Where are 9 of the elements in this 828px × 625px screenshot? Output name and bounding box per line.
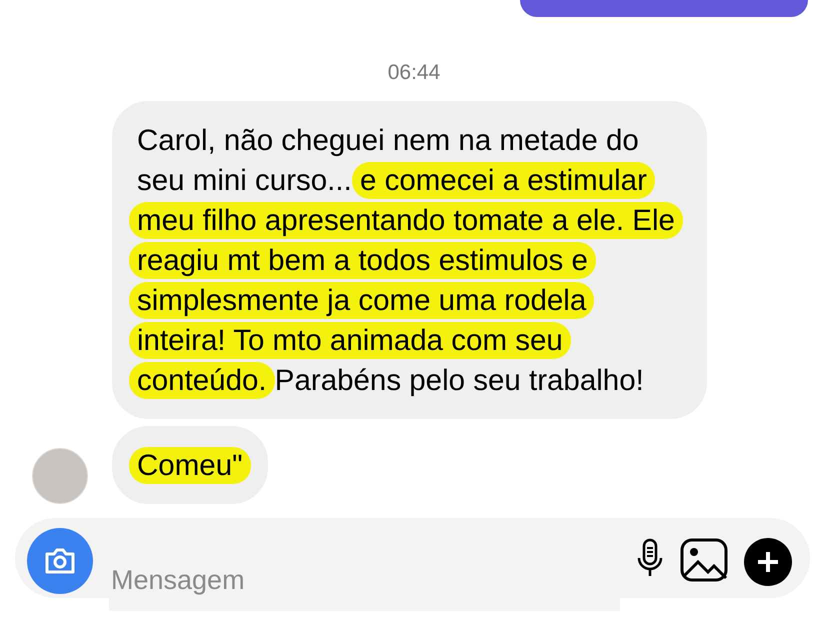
plus-icon: [756, 550, 780, 574]
add-button[interactable]: [744, 538, 792, 586]
camera-button[interactable]: [27, 528, 93, 594]
image-icon[interactable]: [680, 538, 728, 582]
message-timestamp: 06:44: [386, 61, 442, 85]
microphone-icon[interactable]: [636, 538, 664, 578]
camera-icon: [43, 546, 77, 576]
message-bubble: Carol, não cheguei nem na metade do seu mini curso... e comecei a estimular meu filho apresentando tomate a ele. Ele reagiu mt bem a todos estimulos e simplesmente ja come uma rodela inteira! To mto animada com seu conteúdo. Parabéns pelo seu trabalho!: [112, 101, 707, 419]
message-bubble: Comeu": [112, 426, 268, 504]
